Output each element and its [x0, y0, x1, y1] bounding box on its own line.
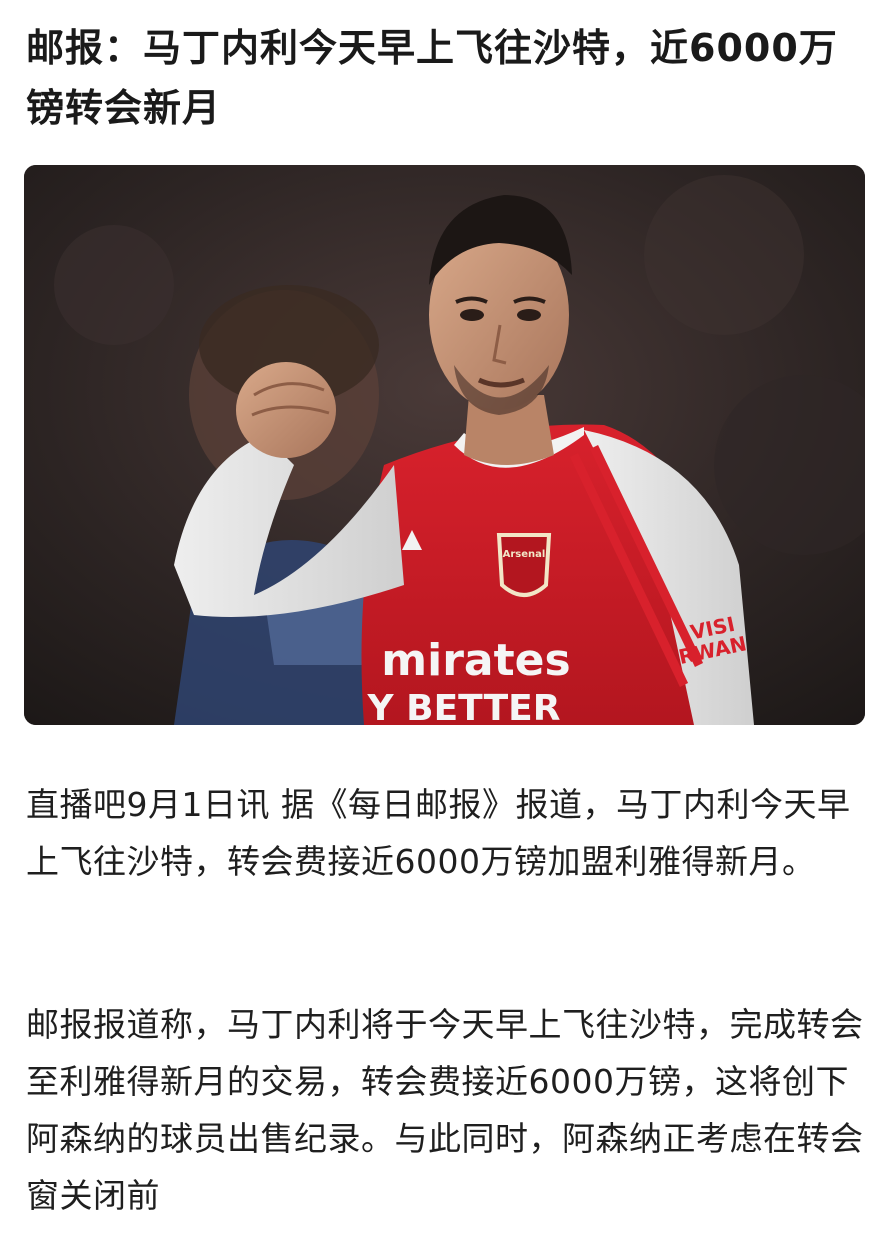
- sponsor-text-line-1: mirates: [381, 635, 570, 686]
- article-paragraph: 直播吧9月1日讯 据《每日邮报》报道，马丁内利今天早上飞往沙特，转会费接近600…: [26, 785, 851, 881]
- crest-text: Arsenal: [503, 549, 546, 560]
- sponsor-text-line-2: Y BETTER: [367, 688, 561, 725]
- article-photo[interactable]: Arsenal mirates Y BETTER VISI RWAN: [24, 165, 865, 725]
- article-headline: 邮报：马丁内利今天早上飞往沙特，近6000万镑转会新月: [26, 26, 838, 130]
- player-photo-illustration: Arsenal mirates Y BETTER VISI RWAN: [24, 165, 865, 725]
- article: 邮报：马丁内利今天早上飞往沙特，近6000万镑转会新月 Arsenal mira…: [0, 0, 892, 1250]
- article-paragraph: 邮报报道称，马丁内利将于今天早上飞往沙特，完成转会至利雅得新月的交易，转会费接近…: [26, 1005, 864, 1215]
